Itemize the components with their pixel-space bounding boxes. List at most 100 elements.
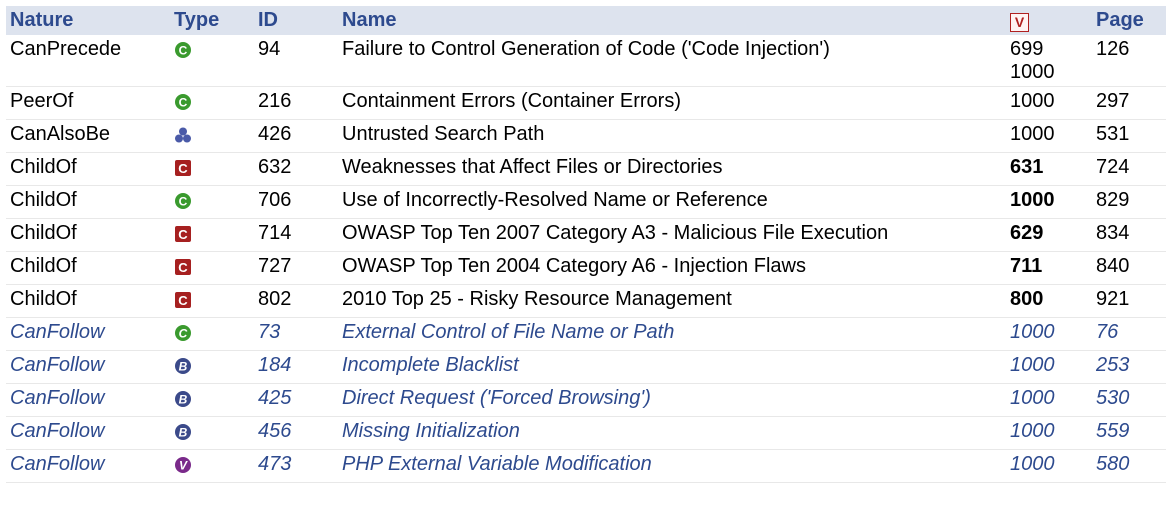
cell-type: C xyxy=(170,152,254,186)
svg-text:C: C xyxy=(178,260,188,275)
cell-type: C xyxy=(170,218,254,252)
header-view: V xyxy=(1006,6,1092,35)
svg-text:V: V xyxy=(179,459,188,473)
cell-nature: CanFollow xyxy=(6,416,170,450)
cell-page[interactable]: 76 xyxy=(1092,317,1166,351)
view-id: 631 xyxy=(1010,156,1044,178)
cell-id: 727 xyxy=(254,251,338,285)
cell-view: 1000 xyxy=(1006,416,1092,450)
cell-nature: ChildOf xyxy=(6,185,170,219)
cell-id: 632 xyxy=(254,152,338,186)
cell-page: 531 xyxy=(1092,119,1166,153)
cell-type: C xyxy=(170,86,254,120)
base-icon: B xyxy=(174,423,192,441)
cell-name: Weaknesses that Affect Files or Director… xyxy=(338,152,1006,186)
svg-text:C: C xyxy=(178,227,188,242)
table-row: ChildOf C 727 OWASP Top Ten 2004 Category A… xyxy=(6,251,1166,285)
cell-type: B xyxy=(170,416,254,450)
cell-page[interactable]: 530 xyxy=(1092,383,1166,417)
variant-icon: V xyxy=(174,456,192,474)
cell-type: B xyxy=(170,383,254,417)
cell-page: 724 xyxy=(1092,152,1166,186)
cell-name: Untrusted Search Path xyxy=(338,119,1006,153)
cell-name[interactable]: Direct Request ('Forced Browsing') xyxy=(338,383,1006,417)
cell-view: 711 xyxy=(1006,251,1092,285)
cell-name: Use of Incorrectly-Resolved Name or Refe… xyxy=(338,185,1006,219)
svg-text:C: C xyxy=(178,161,188,176)
cell-type: C xyxy=(170,251,254,285)
view-id: 800 xyxy=(1010,288,1044,310)
svg-text:C: C xyxy=(179,96,188,110)
cell-name[interactable]: Missing Initialization xyxy=(338,416,1006,450)
cell-id[interactable]: 425 xyxy=(254,383,338,417)
cell-page: 297 xyxy=(1092,86,1166,120)
cell-type: B xyxy=(170,350,254,384)
cell-page[interactable]: 580 xyxy=(1092,449,1166,483)
table-row: ChildOf C 714 OWASP Top Ten 2007 Category A… xyxy=(6,218,1166,252)
view-id: 1000 xyxy=(1010,354,1055,376)
view-id: 699 xyxy=(1010,38,1044,60)
class-icon: C xyxy=(174,41,192,59)
class-icon: C xyxy=(174,93,192,111)
header-name: Name xyxy=(338,6,1006,35)
cell-page: 921 xyxy=(1092,284,1166,318)
cell-name: OWASP Top Ten 2007 Category A3 - Malicio… xyxy=(338,218,1006,252)
cell-name[interactable]: PHP External Variable Modification xyxy=(338,449,1006,483)
table-header-row: Nature Type ID Name V Page xyxy=(6,6,1166,35)
view-id: 1000 xyxy=(1010,453,1055,475)
cell-type: C xyxy=(170,317,254,351)
cell-id[interactable]: 73 xyxy=(254,317,338,351)
table-row: CanAlsoBe 426 Untrusted Search Path 1000 531 xyxy=(6,119,1166,153)
table-row: CanFollow C 73 External Control of File Nam… xyxy=(6,317,1166,351)
cell-view: 1000 xyxy=(1006,119,1092,153)
cell-page[interactable]: 559 xyxy=(1092,416,1166,450)
cell-id: 216 xyxy=(254,86,338,120)
cell-id[interactable]: 456 xyxy=(254,416,338,450)
cell-page[interactable]: 253 xyxy=(1092,350,1166,384)
svg-text:B: B xyxy=(179,393,188,407)
compound-icon xyxy=(174,126,192,144)
cell-view: 1000 xyxy=(1006,185,1092,219)
cell-view: 629 xyxy=(1006,218,1092,252)
view-icon: V xyxy=(1010,12,1029,32)
cell-nature: CanFollow xyxy=(6,449,170,483)
cell-name: Failure to Control Generation of Code ('… xyxy=(338,35,1006,87)
cell-name: OWASP Top Ten 2004 Category A6 - Injecti… xyxy=(338,251,1006,285)
header-id: ID xyxy=(254,6,338,35)
table-row: ChildOf C 632 Weaknesses that Affect Files … xyxy=(6,152,1166,186)
cell-id[interactable]: 184 xyxy=(254,350,338,384)
cell-view: 699 1000 xyxy=(1006,35,1092,87)
cell-nature: ChildOf xyxy=(6,152,170,186)
cell-nature: CanFollow xyxy=(6,383,170,417)
view-id: 1000 xyxy=(1010,387,1055,409)
cell-name: Containment Errors (Container Errors) xyxy=(338,86,1006,120)
cell-type: V xyxy=(170,449,254,483)
view-id: 1000 xyxy=(1010,420,1055,442)
cell-view: 800 xyxy=(1006,284,1092,318)
category-icon: C xyxy=(174,225,192,243)
cell-nature: CanPrecede xyxy=(6,35,170,87)
cell-nature: ChildOf xyxy=(6,251,170,285)
cell-nature: ChildOf xyxy=(6,284,170,318)
svg-text:C: C xyxy=(179,195,188,209)
cell-view: 631 xyxy=(1006,152,1092,186)
cell-view: 1000 xyxy=(1006,449,1092,483)
cell-name[interactable]: Incomplete Blacklist xyxy=(338,350,1006,384)
cell-view: 1000 xyxy=(1006,86,1092,120)
cell-nature: PeerOf xyxy=(6,86,170,120)
class-icon: C xyxy=(174,192,192,210)
cell-id: 802 xyxy=(254,284,338,318)
cell-nature: CanAlsoBe xyxy=(6,119,170,153)
cell-name[interactable]: External Control of File Name or Path xyxy=(338,317,1006,351)
svg-text:C: C xyxy=(179,44,188,58)
table-row: CanFollow B 456 Missing Initialization 1000 5… xyxy=(6,416,1166,450)
header-nature: Nature xyxy=(6,6,170,35)
cell-type: C xyxy=(170,35,254,87)
table-row: CanFollow B 425 Direct Request ('Forced Bro… xyxy=(6,383,1166,417)
cell-nature: ChildOf xyxy=(6,218,170,252)
cell-nature: CanFollow xyxy=(6,317,170,351)
cell-type xyxy=(170,119,254,153)
relationships-table: Nature Type ID Name V Page CanPrecede C 94… xyxy=(6,6,1166,483)
view-id: 1000 xyxy=(1010,321,1055,343)
cell-id[interactable]: 473 xyxy=(254,449,338,483)
